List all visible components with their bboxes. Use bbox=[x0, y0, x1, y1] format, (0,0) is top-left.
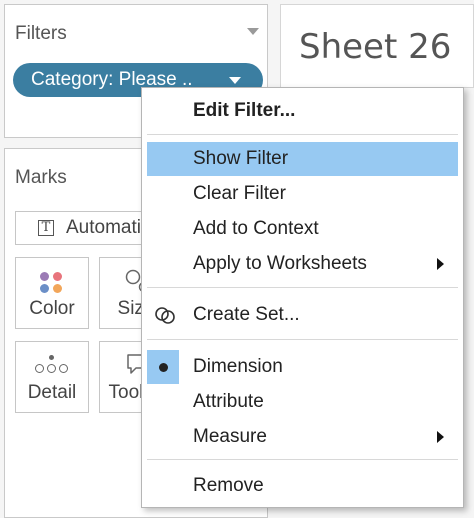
menu-item-dimension[interactable]: Dimension bbox=[147, 350, 458, 384]
menu-separator bbox=[147, 459, 458, 460]
menu-item-label: Create Set... bbox=[193, 304, 300, 325]
menu-item-label: Apply to Worksheets bbox=[193, 253, 367, 274]
color-card[interactable]: Color bbox=[15, 257, 89, 329]
menu-item-clear-filter[interactable]: Clear Filter bbox=[147, 177, 458, 211]
submenu-arrow-icon bbox=[437, 431, 444, 443]
pill-dropdown-arrow-icon[interactable] bbox=[229, 77, 241, 84]
sheet-title: Sheet 26 bbox=[299, 27, 452, 67]
submenu-arrow-icon bbox=[437, 258, 444, 270]
menu-separator bbox=[147, 287, 458, 288]
menu-item-edit-filter[interactable]: Edit Filter... bbox=[147, 94, 458, 128]
menu-item-attribute[interactable]: Attribute bbox=[147, 385, 458, 419]
menu-separator bbox=[147, 134, 458, 135]
menu-item-apply-to-worksheets[interactable]: Apply to Worksheets bbox=[147, 247, 458, 281]
chevron-down-icon[interactable] bbox=[247, 28, 259, 35]
menu-item-label: Clear Filter bbox=[193, 183, 286, 204]
menu-item-create-set[interactable]: Create Set... bbox=[147, 298, 458, 332]
marks-title: Marks bbox=[15, 167, 67, 188]
menu-item-label: Remove bbox=[193, 475, 264, 496]
menu-item-label: Dimension bbox=[193, 356, 283, 377]
menu-separator bbox=[147, 339, 458, 340]
venn-set-icon bbox=[155, 307, 175, 324]
bullet-icon bbox=[159, 363, 168, 372]
menu-item-measure[interactable]: Measure bbox=[147, 420, 458, 454]
menu-item-label: Show Filter bbox=[193, 148, 289, 169]
mark-type-label: Automatic bbox=[66, 217, 151, 238]
menu-item-remove[interactable]: Remove bbox=[147, 469, 458, 503]
menu-item-add-to-context[interactable]: Add to Context bbox=[147, 212, 458, 246]
menu-item-show-filter[interactable]: Show Filter bbox=[147, 142, 458, 176]
menu-item-label: Attribute bbox=[193, 391, 264, 412]
filters-title: Filters bbox=[15, 23, 67, 44]
detail-card[interactable]: Detail bbox=[15, 341, 89, 413]
menu-item-label: Edit Filter... bbox=[193, 100, 296, 121]
text-mark-icon: T bbox=[38, 220, 54, 236]
menu-item-label: Measure bbox=[193, 426, 267, 447]
selected-indicator bbox=[147, 350, 179, 384]
color-card-label: Color bbox=[29, 298, 75, 319]
sheet-title-area: Sheet 26 bbox=[280, 4, 474, 88]
detail-card-label: Detail bbox=[27, 382, 77, 403]
filter-context-menu: Edit Filter... Show Filter Clear Filter … bbox=[141, 87, 464, 508]
menu-item-label: Add to Context bbox=[193, 218, 319, 239]
